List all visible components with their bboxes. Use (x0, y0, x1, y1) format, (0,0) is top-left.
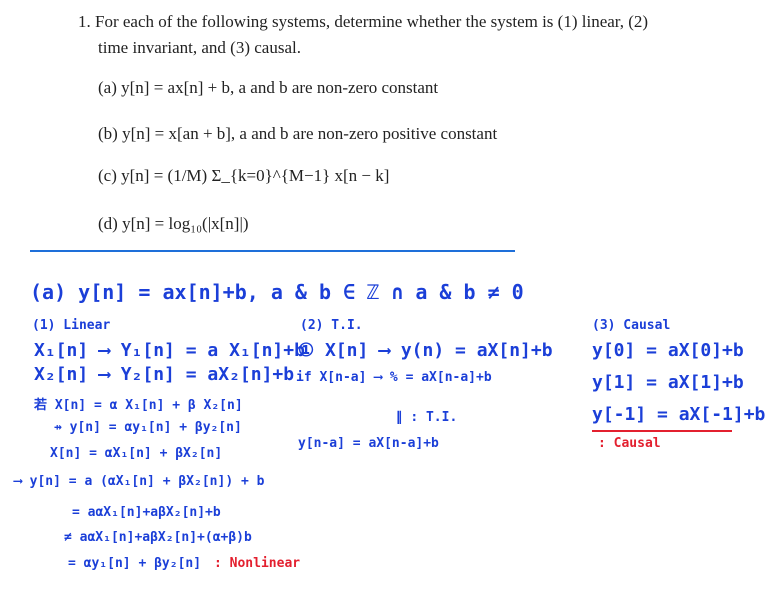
linear-line-2: X₂[n] ⟶ Y₂[n] = aX₂[n]+b (34, 364, 295, 385)
separator-line (30, 250, 515, 252)
problem-intro-line1: 1. For each of the following systems, de… (78, 12, 649, 31)
causal-line-1: y[0] = aX[0]+b (592, 340, 744, 361)
part-d: (d) y[n] = log₁₀(|x[n]|) (98, 214, 249, 233)
linear-title: (1) Linear (32, 318, 111, 333)
handwritten-heading: (a) y[n] = ax[n]+b, a & b ∈ ℤ ∩ a & b ≠ … (30, 280, 524, 304)
ti-line-2: if X[n-a] ⟶ % = aX[n-a]+b (296, 370, 492, 385)
causal-underline (592, 430, 732, 432)
linear-line-9: = αy₁[n] + βy₂[n] (68, 556, 202, 571)
linear-line-8: ≠ aαX₁[n]+aβX₂[n]+(α+β)b (64, 530, 252, 545)
ti-line-3: ∥ : T.I. (396, 410, 458, 425)
linear-verdict: : Nonlinear (214, 556, 301, 571)
causal-verdict: : Causal (598, 436, 661, 451)
part-b: (b) y[n] = x[an + b], a and b are non-ze… (98, 124, 498, 143)
linear-line-5: X[n] = αX₁[n] + βX₂[n] (50, 446, 223, 461)
ti-title: (2) T.I. (300, 318, 363, 333)
causal-line-3: y[-1] = aX[-1]+b (592, 404, 766, 425)
part-c: (c) y[n] = (1/M) Σ_{k=0}^{M−1} x[n − k] (98, 166, 390, 185)
causal-title: (3) Causal (592, 318, 671, 333)
linear-line-1: X₁[n] ⟶ Y₁[n] = a X₁[n]+b (34, 340, 305, 361)
linear-line-7: = aαX₁[n]+aβX₂[n]+b (72, 505, 221, 520)
linear-line-4: ⇸ y[n] = αy₁[n] + βy₂[n] (54, 420, 242, 435)
linear-line-3: 若 X[n] = α X₁[n] + β X₂[n] (34, 398, 243, 413)
causal-line-2: y[1] = aX[1]+b (592, 372, 744, 393)
part-a: (a) y[n] = ax[n] + b, a and b are non-ze… (98, 78, 439, 97)
linear-line-6: ⟶ y[n] = a (αX₁[n] + βX₂[n]) + b (14, 474, 265, 489)
problem-intro-line2: time invariant, and (3) causal. (98, 38, 301, 57)
ti-line-4: y[n-a] = aX[n-a]+b (298, 436, 439, 451)
ti-line-1: ① X[n] ⟶ y(n) = aX[n]+b (298, 340, 553, 361)
